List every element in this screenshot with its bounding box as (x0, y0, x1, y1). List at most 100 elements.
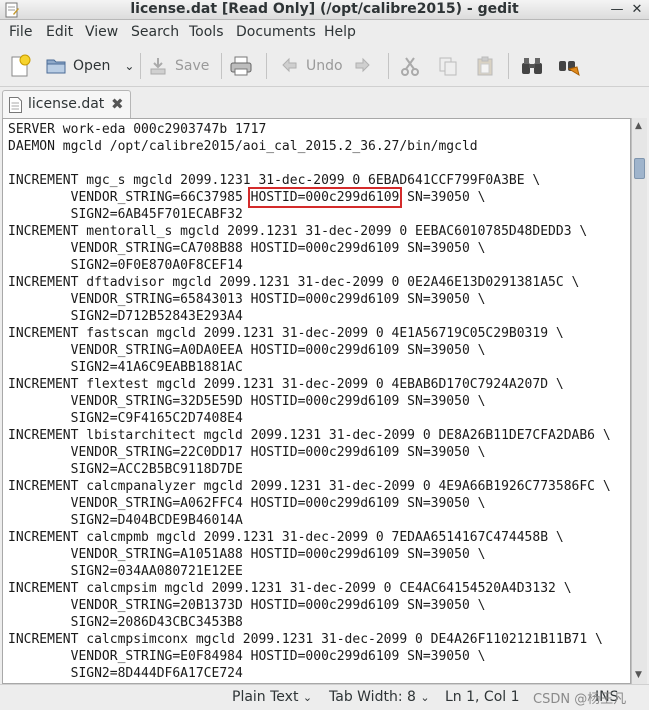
save-button[interactable]: Save (147, 51, 209, 81)
new-document-button[interactable] (10, 51, 32, 81)
editor-line: INCREMENT lbistarchitect mgcld 2099.1231… (8, 427, 611, 444)
editor-line-text: VENDOR_STRING=66C37985 (8, 190, 251, 205)
redo-button[interactable] (352, 51, 372, 81)
menu-tools[interactable]: Tools (189, 24, 224, 40)
editor-line-text: SIGN2=6AB45F701ECABF32 (8, 207, 243, 222)
find-button[interactable] (520, 51, 544, 81)
editor-line-text: INCREMENT mgc_s mgcld 2099.1231 31-dec-2… (8, 173, 541, 188)
find-replace-button[interactable] (557, 51, 581, 81)
editor-line-text: SIGN2=D712B52843E293A4 (8, 309, 243, 324)
editor-line: INCREMENT mentorall_s mgcld 2099.1231 31… (8, 223, 611, 240)
menu-search[interactable]: Search (131, 24, 179, 40)
find-replace-icon (559, 61, 580, 77)
open-button[interactable]: Open ⌄ (45, 51, 134, 81)
undo-label: Undo (306, 58, 343, 74)
watermark: CSDN @杨王凡 (533, 692, 627, 707)
close-tab-icon[interactable]: ✖ (111, 95, 124, 113)
toolbar-separator (221, 53, 222, 79)
editor-line-text: INCREMENT lbistarchitect mgcld 2099.1231… (8, 428, 611, 443)
language-label: Plain Text (232, 689, 299, 705)
editor-line-text: DAEMON mgcld /opt/calibre2015/aoi_cal_20… (8, 139, 478, 154)
editor-line: VENDOR_STRING=20B1373D HOSTID=000c299d61… (8, 597, 611, 614)
minimize-button[interactable]: — (608, 1, 626, 19)
chevron-down-icon: ⌄ (302, 691, 313, 704)
tab-label: license.dat (28, 96, 105, 112)
editor-line: SIGN2=D404BCDE9B46014A (8, 512, 611, 529)
cursor-position: Ln 1, Col 1 (445, 689, 520, 705)
toolbar-separator (388, 53, 389, 79)
tab-license-dat[interactable]: license.dat ✖ (2, 90, 131, 118)
editor-line-text: INCREMENT calcmpsim mgcld 2099.1231 31-d… (8, 581, 572, 596)
tab-width-label: Tab Width: (329, 689, 403, 705)
menu-view[interactable]: View (85, 24, 118, 40)
editor-line: SIGN2=6AB45F701ECABF32 (8, 206, 611, 223)
scissors-icon (401, 57, 419, 76)
editor-line-text: INCREMENT calcmpsimconx mgcld 2099.1231 … (8, 632, 603, 647)
chevron-down-icon[interactable]: ⌄ (124, 59, 134, 73)
menu-edit[interactable]: Edit (46, 24, 73, 40)
menu-documents[interactable]: Documents (236, 24, 316, 40)
paste-button[interactable] (474, 51, 496, 81)
editor-line-text: SIGN2=C9F4165C2D7408E4 (8, 411, 243, 426)
editor-line-text: SIGN2=D404BCDE9B46014A (8, 513, 243, 528)
editor-line-text: SERVER work-eda 000c2903747b 1717 (8, 122, 267, 137)
editor-line: SIGN2=41A6C9EABB1881AC (8, 359, 611, 376)
menu-file[interactable]: File (9, 24, 32, 40)
editor-line-text: VENDOR_STRING=A1051A88 HOSTID=000c299d61… (8, 547, 486, 562)
editor-line: INCREMENT calcmpsimconx mgcld 2099.1231 … (8, 631, 611, 648)
editor-line-text: INCREMENT flextest mgcld 2099.1231 31-de… (8, 377, 564, 392)
editor-line: SIGN2=8D444DF6A17CE724 (8, 665, 611, 682)
open-label: Open (73, 58, 111, 74)
editor-line-text: INCREMENT calcmpanalyzer mgcld 2099.1231… (8, 479, 611, 494)
editor-line-text: VENDOR_STRING=A062FFC4 HOSTID=000c299d61… (8, 496, 486, 511)
editor-line: INCREMENT flextest mgcld 2099.1231 31-de… (8, 376, 611, 393)
editor-line: VENDOR_STRING=A062FFC4 HOSTID=000c299d61… (8, 495, 611, 512)
editor-line: SIGN2=ACC2B5BC9118D7DE (8, 461, 611, 478)
toolbar-separator (140, 53, 141, 79)
editor-line: INCREMENT fastscan mgcld 2099.1231 31-de… (8, 325, 611, 342)
language-selector[interactable]: Plain Text ⌄ (232, 689, 312, 705)
chevron-down-icon: ⌄ (420, 691, 430, 704)
close-window-button[interactable]: ✕ (628, 1, 646, 19)
tab-width-selector[interactable]: Tab Width: 8 ⌄ (329, 689, 430, 705)
editor-line: SERVER work-eda 000c2903747b 1717 (8, 121, 611, 138)
editor-line: DAEMON mgcld /opt/calibre2015/aoi_cal_20… (8, 138, 611, 155)
editor-line: VENDOR_STRING=22C0DD17 HOSTID=000c299d61… (8, 444, 611, 461)
binoculars-icon (522, 58, 542, 74)
editor-line-text: INCREMENT calcmpmb mgcld 2099.1231 31-de… (8, 530, 564, 545)
menu-help[interactable]: Help (324, 24, 356, 40)
scroll-up-icon[interactable]: ▲ (635, 121, 642, 131)
clipboard-icon (477, 56, 493, 76)
toolbar: Open ⌄ Save Undo (0, 45, 649, 87)
editor-line-text: VENDOR_STRING=65843013 HOSTID=000c299d61… (8, 292, 486, 307)
save-icon (150, 58, 166, 75)
scrollbar-thumb[interactable] (634, 158, 645, 179)
window-title: license.dat [Read Only] (/opt/calibre201… (130, 1, 519, 17)
editor-lines: SERVER work-eda 000c2903747b 1717 DAEMON … (8, 121, 611, 682)
text-editor[interactable]: SERVER work-eda 000c2903747b 1717 DAEMON … (2, 118, 631, 684)
editor-line-text: SIGN2=ACC2B5BC9118D7DE (8, 462, 243, 477)
editor-line-text: INCREMENT dftadvisor mgcld 2099.1231 31-… (8, 275, 580, 290)
editor-line-text: SN=39050 \ (399, 190, 486, 205)
undo-button[interactable]: Undo (280, 51, 343, 81)
editor-line-text: SIGN2=0F0E870A0F8CEF14 (8, 258, 243, 273)
editor-line: INCREMENT dftadvisor mgcld 2099.1231 31-… (8, 274, 611, 291)
toolbar-separator (508, 53, 509, 79)
editor-line: VENDOR_STRING=65843013 HOSTID=000c299d61… (8, 291, 611, 308)
status-bar: Plain Text ⌄ Tab Width: 8 ⌄ Ln 1, Col 1 … (0, 684, 649, 710)
editor-line: SIGN2=D712B52843E293A4 (8, 308, 611, 325)
new-document-icon (11, 54, 31, 77)
tab-bar: license.dat ✖ (0, 88, 649, 118)
vertical-scrollbar[interactable]: ▲ ▼ (631, 118, 647, 684)
cut-button[interactable] (399, 51, 421, 81)
editor-line-text: SIGN2=41A6C9EABB1881AC (8, 360, 243, 375)
editor-line: INCREMENT calcmpsim mgcld 2099.1231 31-d… (8, 580, 611, 597)
scroll-down-icon[interactable]: ▼ (635, 670, 642, 680)
editor-line-text: VENDOR_STRING=A0DA0EEA HOSTID=000c299d61… (8, 343, 486, 358)
toolbar-separator (266, 53, 267, 79)
editor-line: INCREMENT calcmpmb mgcld 2099.1231 31-de… (8, 529, 611, 546)
editor-line-text: VENDOR_STRING=CA708B88 HOSTID=000c299d61… (8, 241, 486, 256)
copy-button[interactable] (437, 51, 459, 81)
print-button[interactable] (229, 51, 253, 81)
